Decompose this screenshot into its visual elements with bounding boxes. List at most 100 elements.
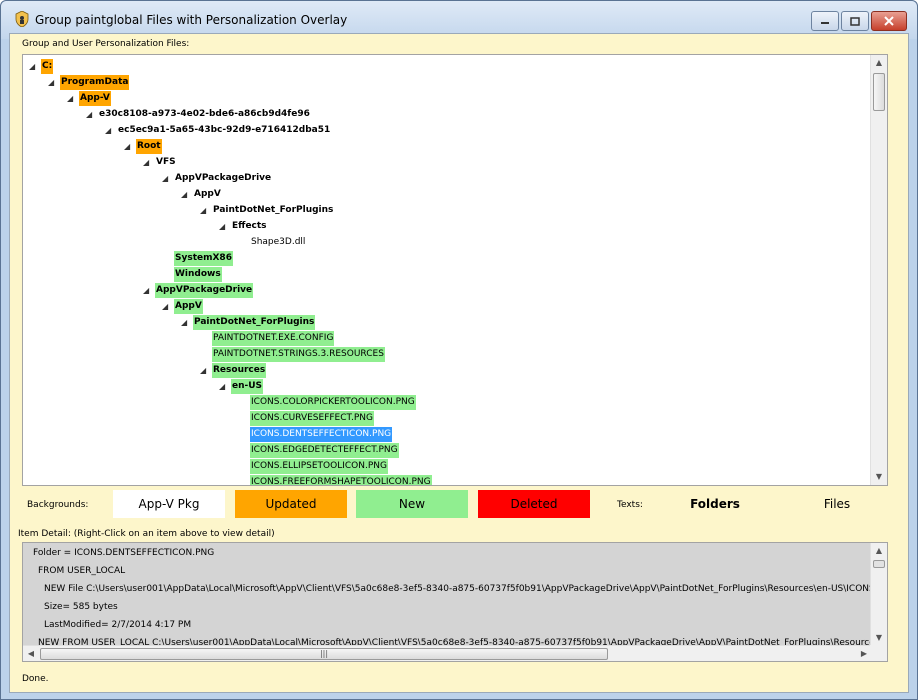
tree-file-node[interactable]: ICONS.DENTSEFFECTICON.PNG	[23, 427, 863, 442]
tree-folder-node[interactable]: ◢ AppVPackageDrive	[23, 283, 863, 298]
tree-file-node[interactable]: ICONS.ELLIPSETOOLICON.PNG	[23, 459, 863, 474]
expand-arrow-icon[interactable]: ◢	[105, 123, 111, 138]
item-detail-label: Item Detail: (Right-Click on an item abo…	[18, 529, 275, 539]
tree-node-label: e30c8108-a973-4e02-bde6-a86cb9d4fe96	[99, 109, 310, 119]
tree-file-node[interactable]: ICONS.EDGEDETECTEFFECT.PNG	[23, 443, 863, 458]
tree-folder-node[interactable]: ◢ C:	[23, 59, 863, 74]
tree-node-label: ICONS.COLORPICKERTOOLICON.PNG	[250, 395, 416, 410]
tree-folder-node[interactable]: ◢ Resources	[23, 363, 863, 378]
expand-arrow-icon[interactable]: ◢	[67, 91, 73, 106]
detail-line: Folder = ICONS.DENTSEFFECTICON.PNG	[33, 548, 215, 558]
legend-deleted: Deleted	[478, 490, 590, 518]
tree-node-label: AppV	[194, 189, 221, 199]
client-area: Group and User Personalization Files: ◢ C…	[9, 33, 909, 693]
detail-horizontal-scrollbar[interactable]: ◀ ||| ▶	[23, 645, 872, 661]
tree-folder-node[interactable]: ◢ e30c8108-a973-4e02-bde6-a86cb9d4fe96	[23, 107, 863, 122]
legend-updated: Updated	[235, 490, 347, 518]
tree-node-label: ICONS.FREEFORMSHAPETOOLICON.PNG	[250, 475, 432, 485]
tree-folder-node[interactable]: ◢ App-V	[23, 91, 863, 106]
tree-folder-node[interactable]: ◢ Effects	[23, 219, 863, 234]
scroll-down-icon[interactable]: ▼	[871, 469, 887, 485]
tree-node-label: Root	[136, 139, 162, 154]
expand-arrow-icon[interactable]: ◢	[162, 171, 168, 186]
tree-node-label: AppVPackageDrive	[175, 173, 272, 183]
detail-vertical-scrollbar[interactable]: ▲ ▼	[870, 543, 887, 646]
tree-file-node[interactable]: Shape3D.dll	[23, 235, 863, 250]
legend-new: New	[356, 490, 468, 518]
tree-file-node[interactable]: ICONS.CURVESEFFECT.PNG	[23, 411, 863, 426]
tree-node-label: ec5ec9a1-5a65-43bc-92d9-e716412dba51	[118, 125, 331, 135]
expand-arrow-icon[interactable]: ◢	[124, 139, 130, 154]
tree-folder-node[interactable]: SystemX86	[23, 251, 863, 266]
legend-files: Files	[823, 497, 851, 511]
tree-node-label: SystemX86	[174, 251, 233, 266]
detail-scroll-up-icon[interactable]: ▲	[871, 543, 887, 559]
detail-line: NEW File C:\Users\user001\AppData\Local\…	[44, 584, 887, 594]
minimize-button[interactable]	[811, 11, 839, 31]
tree-node-label: ICONS.EDGEDETECTEFFECT.PNG	[250, 443, 399, 458]
expand-arrow-icon[interactable]: ◢	[200, 363, 206, 378]
tree-file-node[interactable]: PAINTDOTNET.STRINGS.3.RESOURCES	[23, 347, 863, 362]
scroll-corner	[870, 645, 887, 661]
tree-folder-node[interactable]: ◢ ProgramData	[23, 75, 863, 90]
detail-hscroll-thumb[interactable]: |||	[40, 648, 608, 660]
tree-node-label: Shape3D.dll	[251, 237, 306, 247]
maximize-button[interactable]	[841, 11, 869, 31]
tree-file-node[interactable]: ICONS.COLORPICKERTOOLICON.PNG	[23, 395, 863, 410]
close-button[interactable]	[871, 11, 907, 31]
tree-folder-node[interactable]: ◢ AppV	[23, 187, 863, 202]
detail-scroll-thumb[interactable]	[873, 560, 885, 568]
expand-arrow-icon[interactable]: ◢	[162, 299, 168, 314]
minimize-icon	[821, 22, 829, 24]
status-text: Done.	[22, 674, 49, 684]
tree-folder-node[interactable]: ◢ AppVPackageDrive	[23, 171, 863, 186]
tree-file-node[interactable]: ICONS.FREEFORMSHAPETOOLICON.PNG	[23, 475, 863, 485]
expand-arrow-icon[interactable]: ◢	[200, 203, 206, 218]
main-window: Group paintglobal Files with Personaliza…	[0, 0, 918, 700]
tree-vertical-scrollbar[interactable]: ▲ ▼	[870, 55, 887, 485]
tree-node-label: Effects	[232, 221, 267, 231]
tree-folder-node[interactable]: ◢ PaintDotNet_ForPlugins	[23, 203, 863, 218]
tree-node-label: PaintDotNet_ForPlugins	[213, 205, 334, 215]
tree-folder-node[interactable]: Windows	[23, 267, 863, 282]
tree-header-label: Group and User Personalization Files:	[22, 39, 190, 49]
item-detail-panel[interactable]: Folder = ICONS.DENTSEFFECTICON.PNG FROM …	[22, 542, 888, 662]
tree-node-label: PAINTDOTNET.STRINGS.3.RESOURCES	[212, 347, 385, 362]
legend-appv-pkg: App-V Pkg	[113, 490, 225, 518]
scroll-thumb[interactable]	[873, 73, 885, 111]
tree-folder-node[interactable]: ◢ PaintDotNet_ForPlugins	[23, 315, 863, 330]
file-tree[interactable]: ◢ C: ◢ ProgramData ◢ App-V ◢ e30c8108-a973-4e02…	[22, 54, 888, 486]
expand-arrow-icon[interactable]: ◢	[181, 187, 187, 202]
tree-node-label: App-V	[79, 91, 111, 106]
expand-arrow-icon[interactable]: ◢	[86, 107, 92, 122]
expand-arrow-icon[interactable]: ◢	[143, 283, 149, 298]
tree-node-label: PaintDotNet_ForPlugins	[193, 315, 316, 330]
tree-folder-node[interactable]: ◢ VFS	[23, 155, 863, 170]
backgrounds-label: Backgrounds:	[27, 500, 89, 510]
expand-arrow-icon[interactable]: ◢	[219, 379, 225, 394]
expand-arrow-icon[interactable]: ◢	[219, 219, 225, 234]
tree-node-label: ICONS.DENTSEFFECTICON.PNG	[250, 427, 393, 442]
expand-arrow-icon[interactable]: ◢	[143, 155, 149, 170]
tree-folder-node[interactable]: ◢ ec5ec9a1-5a65-43bc-92d9-e716412dba51	[23, 123, 863, 138]
tree-folder-node[interactable]: ◢ en-US	[23, 379, 863, 394]
tree-folder-node[interactable]: ◢ AppV	[23, 299, 863, 314]
maximize-icon	[850, 16, 860, 26]
tree-node-label: ICONS.CURVESEFFECT.PNG	[250, 411, 374, 426]
tree-node-label: VFS	[156, 157, 176, 167]
tree-node-label: en-US	[231, 379, 264, 394]
tree-node-label: Resources	[212, 363, 267, 378]
tree-node-label: ProgramData	[60, 75, 130, 90]
tree-file-node[interactable]: PAINTDOTNET.EXE.CONFIG	[23, 331, 863, 346]
tree-node-label: AppV	[174, 299, 203, 314]
expand-arrow-icon[interactable]: ◢	[48, 75, 54, 90]
tree-node-label: AppVPackageDrive	[155, 283, 254, 298]
expand-arrow-icon[interactable]: ◢	[29, 59, 35, 74]
detail-scroll-down-icon[interactable]: ▼	[871, 630, 887, 646]
tree-node-label: ICONS.ELLIPSETOOLICON.PNG	[250, 459, 388, 474]
expand-arrow-icon[interactable]: ◢	[181, 315, 187, 330]
scroll-up-icon[interactable]: ▲	[871, 55, 887, 71]
tree-node-label: Windows	[174, 267, 222, 282]
tree-folder-node[interactable]: ◢ Root	[23, 139, 863, 154]
scroll-left-icon[interactable]: ◀	[23, 646, 39, 661]
